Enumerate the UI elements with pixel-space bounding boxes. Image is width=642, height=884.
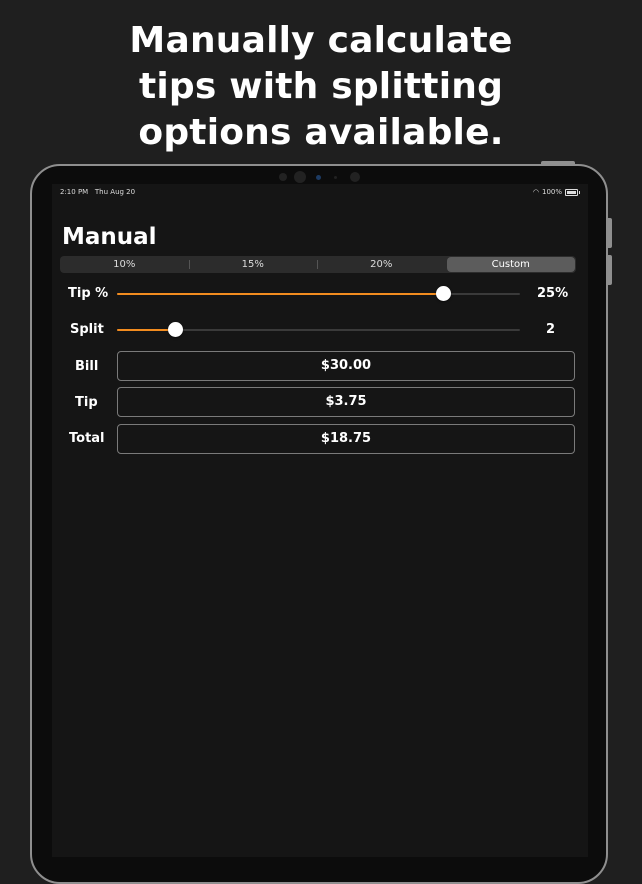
- tip-preset-custom[interactable]: Custom: [446, 257, 575, 272]
- tip-slider-thumb[interactable]: [436, 286, 452, 301]
- sensor-icon: [279, 173, 287, 181]
- volume-down-button: [608, 255, 612, 285]
- tip-preset-segmented-control[interactable]: 10% 15% 20% Custom: [60, 256, 576, 273]
- status-time: 2:10 PM Thu Aug 20: [60, 188, 135, 196]
- tip-percent-slider[interactable]: [117, 286, 520, 301]
- battery-percent: 100%: [541, 188, 562, 196]
- camera-indicator-icon: [316, 175, 321, 180]
- headline-line-2: tips with splitting: [138, 66, 504, 107]
- split-slider[interactable]: [117, 322, 520, 337]
- tip-preset-15[interactable]: 15%: [188, 256, 318, 273]
- wifi-icon: ◠: [532, 188, 539, 196]
- headline-line-1: Manually calculate: [129, 20, 513, 61]
- status-right: ◠ 100%: [532, 188, 580, 196]
- battery-icon: [565, 188, 580, 196]
- sensor-icon: [334, 176, 337, 179]
- status-date-text: Thu Aug 20: [94, 188, 136, 196]
- sensor-icon: [350, 172, 360, 182]
- split-slider-fill: [117, 329, 176, 331]
- tip-amount-field[interactable]: $3.75: [117, 387, 575, 417]
- tip-preset-20[interactable]: 20%: [317, 256, 446, 273]
- total-label: Total: [69, 431, 105, 446]
- bill-label: Bill: [75, 359, 99, 374]
- tip-preset-10[interactable]: 10%: [60, 256, 189, 273]
- camera-icon: [294, 171, 306, 183]
- total-field[interactable]: $18.75: [117, 424, 575, 454]
- split-label: Split: [70, 322, 104, 337]
- split-value: 2: [546, 322, 556, 337]
- tip-label: Tip: [75, 395, 98, 410]
- tip-percent-label: Tip %: [68, 286, 109, 301]
- status-time-text: 2:10 PM: [60, 188, 89, 196]
- bill-field[interactable]: $30.00: [117, 351, 575, 381]
- split-slider-thumb[interactable]: [168, 322, 184, 337]
- marketing-headline: Manually calculate tips with splitting o…: [0, 18, 642, 156]
- status-bar: 2:10 PM Thu Aug 20 ◠ 100%: [52, 188, 588, 200]
- tip-percent-value: 25%: [537, 286, 569, 301]
- tip-slider-fill: [117, 293, 444, 295]
- headline-line-3: options available.: [138, 112, 504, 153]
- volume-up-button: [608, 218, 612, 248]
- page-title: Manual: [62, 224, 157, 250]
- app-screen: 2:10 PM Thu Aug 20 ◠ 100% Manual 10% 15%…: [52, 184, 588, 857]
